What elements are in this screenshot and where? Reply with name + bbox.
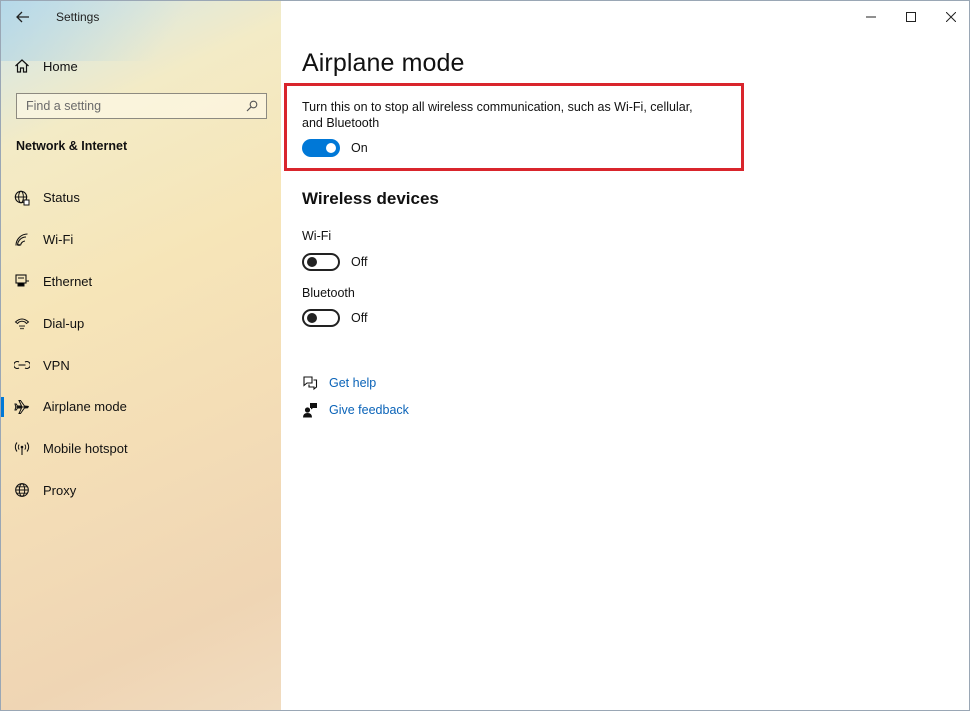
- minimize-icon: [866, 16, 876, 18]
- wireless-devices-heading: Wireless devices: [302, 189, 439, 208]
- airplane-mode-toggle-row: On: [302, 139, 368, 157]
- dialup-icon: [1, 315, 43, 331]
- sidebar-item-label: Wi-Fi: [43, 232, 74, 248]
- app-title: Settings: [56, 10, 100, 24]
- globe-icon: [1, 482, 43, 498]
- settings-window: Settings Home Find a setting Network & I…: [0, 0, 970, 711]
- toggle-knob: [326, 143, 336, 153]
- sidebar-item-proxy[interactable]: Proxy: [1, 470, 281, 512]
- feedback-person-icon: [302, 402, 318, 418]
- wifi-toggle-row: Off: [302, 253, 367, 271]
- wifi-icon: [1, 232, 43, 248]
- main-content: Airplane mode Turn this on to stop all w…: [281, 1, 969, 710]
- search-icon: [246, 100, 258, 112]
- search-placeholder: Find a setting: [26, 99, 102, 113]
- back-arrow-icon: [16, 11, 29, 23]
- window-controls: [851, 1, 969, 33]
- help-chat-icon: [302, 375, 318, 391]
- sidebar: Settings Home Find a setting Network & I…: [1, 1, 281, 710]
- sidebar-item-wifi[interactable]: Wi-Fi: [1, 219, 281, 261]
- sidebar-item-status[interactable]: Status: [1, 177, 281, 219]
- sidebar-item-label: Ethernet: [43, 273, 93, 289]
- minimize-button[interactable]: [851, 1, 891, 33]
- airplane-mode-toggle[interactable]: [302, 139, 340, 157]
- toggle-knob: [307, 257, 317, 267]
- bluetooth-label: Bluetooth: [302, 286, 355, 300]
- sidebar-item-label: Status: [43, 190, 80, 206]
- globe-status-icon: [1, 190, 43, 206]
- vpn-icon: [1, 357, 43, 373]
- sidebar-item-label: Proxy: [43, 482, 77, 498]
- page-title: Airplane mode: [302, 49, 465, 77]
- airplane-icon: [1, 399, 43, 415]
- sidebar-item-airplane-mode[interactable]: Airplane mode: [1, 386, 281, 428]
- close-button[interactable]: [931, 1, 969, 33]
- toggle-knob: [307, 313, 317, 323]
- close-icon: [946, 12, 956, 22]
- home-icon: [1, 58, 43, 74]
- sidebar-item-label: Home: [43, 58, 78, 74]
- bluetooth-toggle[interactable]: [302, 309, 340, 327]
- get-help-link[interactable]: Get help: [302, 375, 376, 391]
- give-feedback-label: Give feedback: [329, 403, 409, 417]
- sidebar-item-vpn[interactable]: VPN: [1, 344, 281, 386]
- sidebar-item-home[interactable]: Home: [1, 51, 281, 81]
- title-bar: Settings: [1, 1, 281, 33]
- sidebar-item-ethernet[interactable]: Ethernet: [1, 261, 281, 303]
- get-help-label: Get help: [329, 376, 377, 390]
- maximize-button[interactable]: [891, 1, 931, 33]
- wifi-toggle[interactable]: [302, 253, 340, 271]
- hotspot-icon: [1, 441, 43, 457]
- sidebar-item-label: Mobile hotspot: [43, 441, 128, 457]
- sidebar-item-dialup[interactable]: Dial-up: [1, 302, 281, 344]
- sidebar-item-mobile-hotspot[interactable]: Mobile hotspot: [1, 428, 281, 470]
- ethernet-icon: [1, 273, 43, 289]
- airplane-mode-description: Turn this on to stop all wireless commun…: [302, 100, 693, 130]
- sidebar-item-label: Airplane mode: [43, 399, 127, 415]
- bluetooth-toggle-row: Off: [302, 309, 367, 327]
- sidebar-item-label: VPN: [43, 357, 70, 373]
- airplane-mode-toggle-state: On: [351, 141, 368, 155]
- section-heading: Network & Internet: [16, 139, 128, 153]
- give-feedback-link[interactable]: Give feedback: [302, 402, 409, 418]
- sidebar-item-label: Dial-up: [43, 315, 85, 331]
- maximize-icon: [906, 12, 916, 22]
- search-input[interactable]: Find a setting: [16, 93, 267, 119]
- bluetooth-toggle-state: Off: [351, 311, 368, 325]
- sidebar-nav-list: Status Wi-Fi Ethernet Dial-up VPN Airpla…: [1, 177, 281, 511]
- wifi-toggle-state: Off: [351, 255, 368, 269]
- back-button[interactable]: [1, 1, 45, 33]
- wifi-label: Wi-Fi: [302, 229, 332, 243]
